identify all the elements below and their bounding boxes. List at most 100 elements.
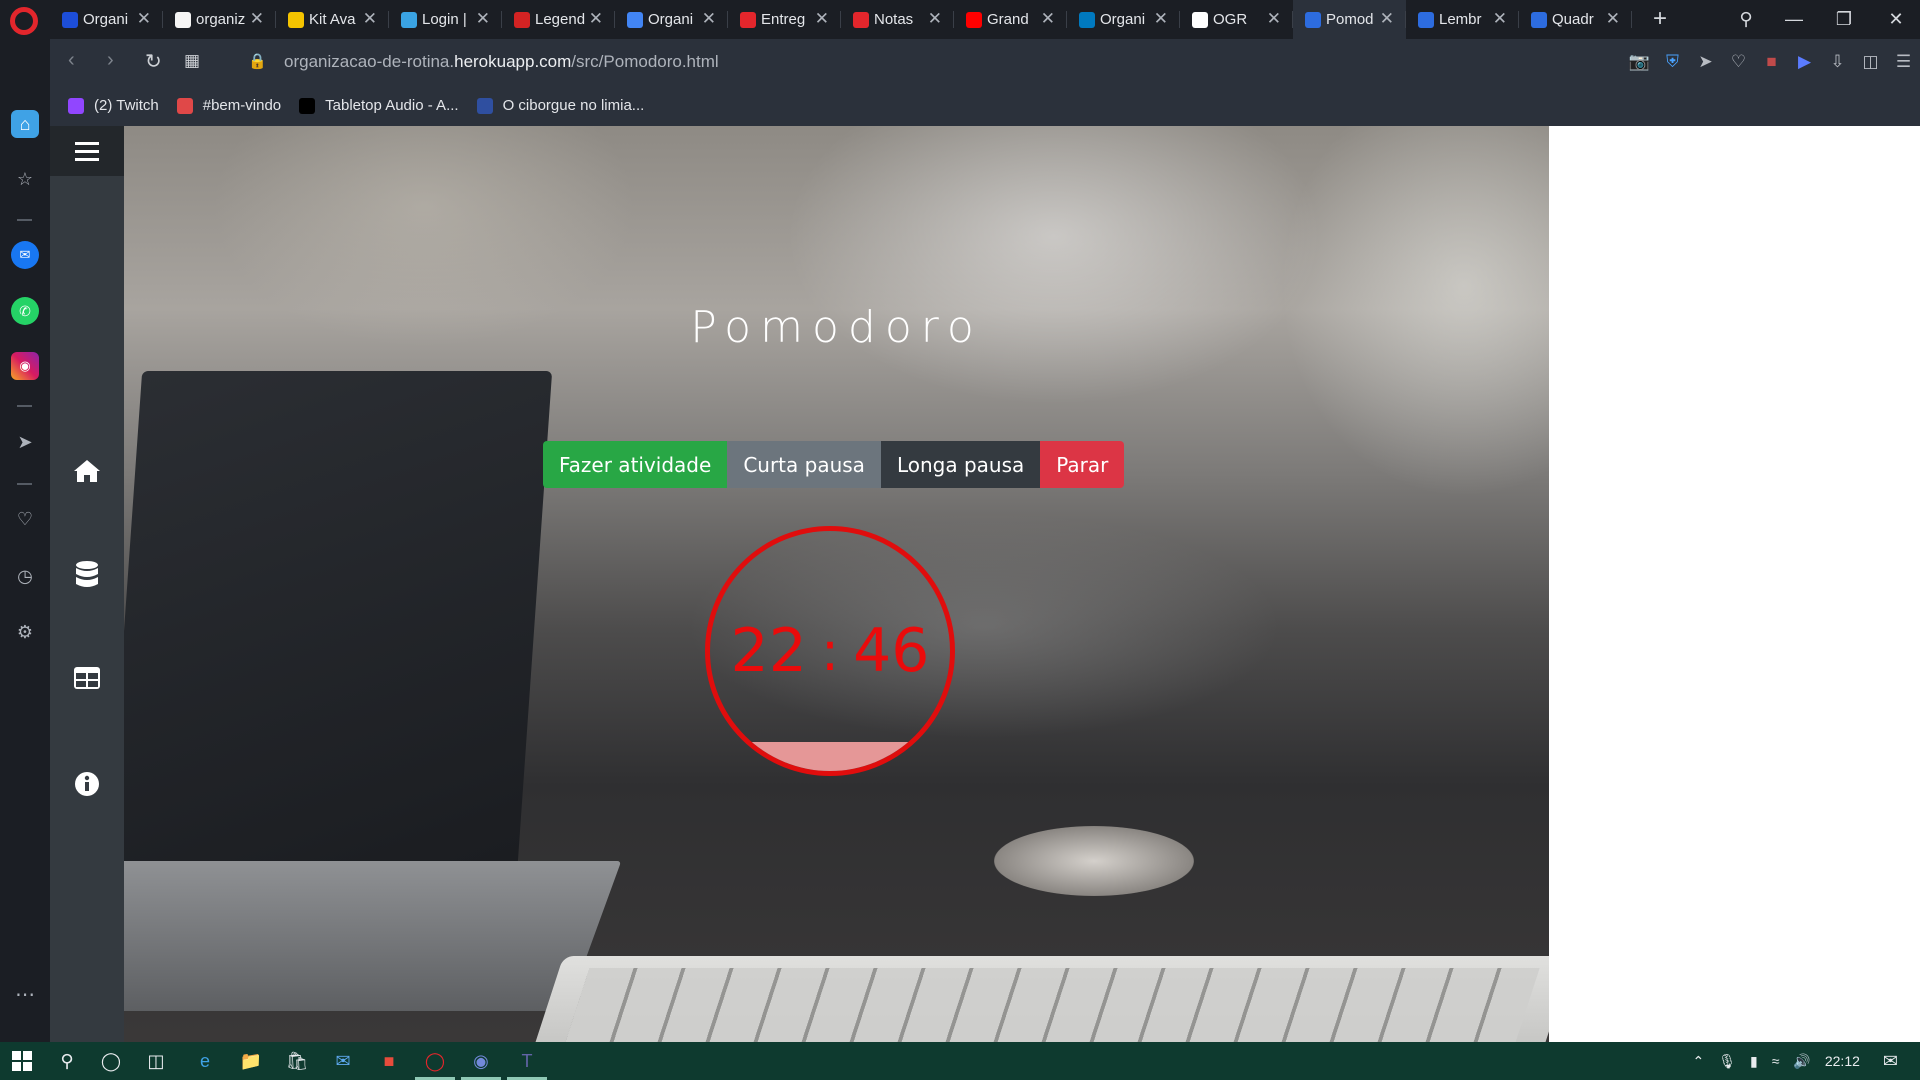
heart-icon[interactable]: ♡ <box>1722 52 1755 72</box>
tab-close-icon[interactable]: ✕ <box>1267 9 1281 29</box>
forward-icon[interactable]: › <box>107 49 114 72</box>
extension-play-icon[interactable]: ▶ <box>1788 52 1821 72</box>
home-icon[interactable] <box>50 458 124 484</box>
easy-setup-icon[interactable]: ☰ <box>1887 52 1920 72</box>
tab-label: Notas <box>874 11 914 28</box>
teams-icon[interactable]: T <box>515 1049 539 1073</box>
hamburger-menu-icon[interactable] <box>50 126 124 176</box>
close-window-icon[interactable]: ✕ <box>1872 0 1920 39</box>
stop-button[interactable]: Parar <box>1040 441 1125 488</box>
timer: 22 : 46 <box>705 526 955 776</box>
tab-close-icon[interactable]: ✕ <box>589 9 603 29</box>
reload-icon[interactable]: ↻ <box>145 49 162 74</box>
browser-tab[interactable]: organiz ✕ <box>163 0 276 39</box>
browser-tab[interactable]: OGR ✕ <box>1180 0 1293 39</box>
table-icon[interactable] <box>50 666 124 690</box>
bookmark-item[interactable]: #bem-vindo <box>176 97 281 114</box>
discord-icon[interactable]: ◉ <box>469 1049 493 1073</box>
tab-label: Entreg <box>761 11 806 28</box>
browser-tab[interactable]: Organi ✕ <box>50 0 163 39</box>
microphone-icon[interactable]: 🎙 <box>1718 1053 1736 1070</box>
browser-tab[interactable]: Kit Ava ✕ <box>276 0 389 39</box>
tab-close-icon[interactable]: ✕ <box>363 9 377 29</box>
heart-icon[interactable]: ♡ <box>11 505 39 533</box>
show-hidden-icons-chevron-icon[interactable]: ⌃ <box>1693 1053 1705 1070</box>
tab-close-icon[interactable]: ✕ <box>928 9 942 29</box>
tab-close-icon[interactable]: ✕ <box>702 9 716 29</box>
battery-icon[interactable]: ▮ <box>1750 1053 1758 1070</box>
whatsapp-icon[interactable]: ✆ <box>11 297 39 325</box>
database-icon[interactable] <box>50 560 124 590</box>
speed-dial-icon[interactable]: ▦ <box>184 51 200 71</box>
browser-tab[interactable]: Legend ✕ <box>502 0 615 39</box>
back-icon[interactable]: ‹ <box>68 49 75 72</box>
info-icon[interactable] <box>50 771 124 797</box>
messenger-icon[interactable]: ✉ <box>11 241 39 269</box>
snapshot-icon[interactable]: 📷 <box>1623 52 1656 72</box>
tab-close-icon[interactable]: ✕ <box>250 9 264 29</box>
office-icon[interactable]: ■ <box>377 1049 401 1073</box>
tab-close-icon[interactable]: ✕ <box>1493 9 1507 29</box>
start-activity-button[interactable]: Fazer atividade <box>543 441 728 488</box>
tab-close-icon[interactable]: ✕ <box>1154 9 1168 29</box>
wifi-icon[interactable]: ≈ <box>1772 1053 1780 1069</box>
file-explorer-icon[interactable]: 📁 <box>239 1049 263 1073</box>
tab-close-icon[interactable]: ✕ <box>1041 9 1055 29</box>
new-tab-plus-icon[interactable]: + <box>1653 5 1667 33</box>
store-icon[interactable]: 🛍 <box>285 1049 309 1073</box>
tab-close-icon[interactable]: ✕ <box>1380 9 1394 29</box>
opera-taskbar-icon[interactable]: ◯ <box>423 1049 447 1073</box>
url-field[interactable]: organizacao-de-rotina.herokuapp.com/src/… <box>284 52 719 72</box>
mail-icon[interactable]: ✉ <box>331 1049 355 1073</box>
browser-tab[interactable]: Lembr ✕ <box>1406 0 1519 39</box>
send-icon[interactable]: ➤ <box>11 428 39 456</box>
search-tabs-icon[interactable]: ⚲ <box>1722 0 1770 39</box>
edge-icon[interactable]: e <box>193 1049 217 1073</box>
tab-label: Quadr <box>1552 11 1594 28</box>
clock-time[interactable]: 22:12 <box>1825 1053 1860 1069</box>
send-icon[interactable]: ➤ <box>1689 52 1722 72</box>
browser-tab[interactable]: Entreg ✕ <box>728 0 841 39</box>
timer-separator: : <box>820 619 840 683</box>
bookmark-item[interactable]: Tabletop Audio - A... <box>299 97 459 114</box>
extension-cube-icon[interactable]: ■ <box>1755 52 1788 72</box>
notifications-icon[interactable]: ✉ <box>1883 1051 1898 1072</box>
browser-tab[interactable]: Organi ✕ <box>615 0 728 39</box>
star-icon[interactable]: ☆ <box>11 165 39 193</box>
minimize-icon[interactable]: — <box>1770 0 1818 39</box>
long-break-button[interactable]: Longa pausa <box>880 441 1041 488</box>
browser-tab[interactable]: Notas ✕ <box>841 0 954 39</box>
tab-close-icon[interactable]: ✕ <box>1606 9 1620 29</box>
windows-taskbar: ⚲ ◯ ◫ e 📁 🛍 ✉ ■ ◯ ◉ T ⌃ 🎙 ▮ ≈ 🔊 22:12 ✉ <box>0 1042 1920 1080</box>
short-break-button[interactable]: Curta pausa <box>727 441 881 488</box>
opera-logo-icon[interactable] <box>10 7 38 35</box>
history-clock-icon[interactable]: ◷ <box>11 562 39 590</box>
browser-tab[interactable]: Login | ✕ <box>389 0 502 39</box>
search-icon[interactable]: ⚲ <box>55 1049 79 1073</box>
blank-page-area <box>1549 126 1920 1042</box>
volume-icon[interactable]: 🔊 <box>1793 1053 1810 1070</box>
settings-gear-icon[interactable]: ⚙ <box>11 618 39 646</box>
cortana-icon[interactable]: ◯ <box>99 1049 123 1073</box>
timer-circle: 22 : 46 <box>705 526 955 776</box>
browser-tab[interactable]: Grand ✕ <box>954 0 1067 39</box>
tab-close-icon[interactable]: ✕ <box>815 9 829 29</box>
windows-start-icon[interactable] <box>10 1049 34 1073</box>
browser-tab[interactable]: Pomod ✕ <box>1293 0 1406 39</box>
tab-close-icon[interactable]: ✕ <box>476 9 490 29</box>
task-view-icon[interactable]: ◫ <box>144 1049 168 1073</box>
download-icon[interactable]: ⇩ <box>1821 52 1854 72</box>
instagram-icon[interactable]: ◉ <box>11 352 39 380</box>
battery-saver-icon[interactable]: ◫ <box>1854 52 1887 72</box>
bookmark-item[interactable]: O ciborgue no limia... <box>476 97 644 114</box>
shield-icon[interactable]: ⛨ <box>1656 52 1689 72</box>
tab-close-icon[interactable]: ✕ <box>137 9 151 29</box>
more-dots-icon[interactable]: ⋯ <box>11 980 39 1008</box>
home-icon[interactable]: ⌂ <box>11 110 39 138</box>
bookmark-item[interactable]: (2) Twitch <box>68 97 159 114</box>
browser-tab[interactable]: Quadr ✕ <box>1519 0 1632 39</box>
url-prefix: organizacao-de-rotina. <box>284 52 455 71</box>
bookmark-favicon-icon <box>476 97 493 114</box>
restore-icon[interactable]: ❐ <box>1820 0 1868 39</box>
browser-tab[interactable]: Organi ✕ <box>1067 0 1180 39</box>
